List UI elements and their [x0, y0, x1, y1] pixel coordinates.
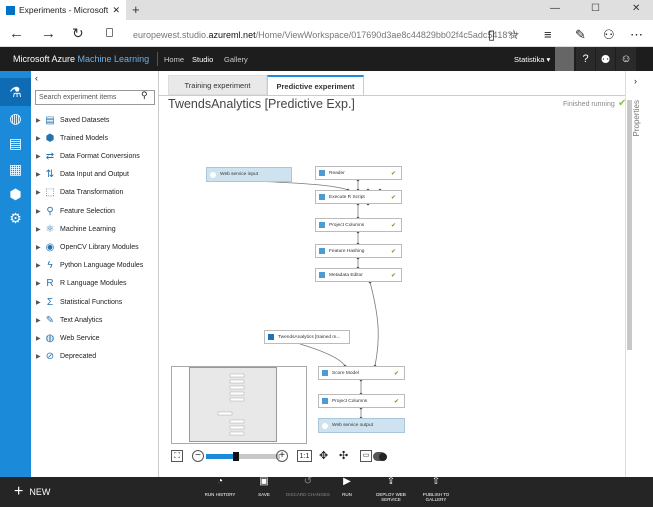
feature-hashing-icon: [319, 248, 325, 254]
module-project-columns-output[interactable]: Project Columns ✔: [318, 394, 405, 408]
metadata-editor-icon: [319, 272, 325, 278]
command-run-history[interactable]: ◔ RUN HISTORY: [196, 476, 244, 498]
project-columns-icon: [319, 222, 325, 228]
web-service-output-icon: [322, 422, 328, 429]
minimap-toggle-icon[interactable]: ▭: [360, 450, 372, 462]
module-project-columns[interactable]: Project Columns ✔: [315, 218, 402, 232]
command-label: DEPLOY WEB SERVICE: [376, 492, 406, 502]
module-label: Project Columns: [329, 222, 365, 228]
minimap-viewport[interactable]: [189, 367, 277, 442]
module-web-service-input[interactable]: Web service input: [206, 167, 292, 182]
minimap-toggle-switch[interactable]: [373, 452, 387, 461]
save-icon: ▣: [259, 476, 269, 487]
pan-icon[interactable]: ✣: [339, 449, 348, 462]
new-label: NEW: [29, 487, 51, 497]
module-label: Project Columns: [332, 398, 368, 404]
plus-icon: +: [14, 483, 24, 500]
zoom-in-icon[interactable]: +: [276, 450, 288, 462]
module-metadata-editor[interactable]: Metadata Editor ✔: [315, 268, 402, 282]
toggle-knob: [379, 452, 387, 461]
module-execute-r-script[interactable]: Execute R Script ✔: [315, 190, 402, 204]
module-reader[interactable]: Reader ✔: [315, 166, 402, 180]
command-run[interactable]: ▶ RUN: [323, 476, 371, 498]
properties-label[interactable]: Properties: [632, 100, 641, 136]
module-trained-model[interactable]: TwendsAnalytics [trained m...: [264, 330, 350, 344]
score-model-icon: [322, 370, 328, 376]
deploy-icon: ⇪: [386, 476, 396, 487]
command-publish-to-gallery[interactable]: ⇧ PUBLISH TO GALLERY: [412, 476, 460, 503]
module-score-model[interactable]: Score Model ✔: [318, 366, 405, 380]
module-check-icon: ✔: [390, 194, 396, 201]
module-check-icon: ✔: [390, 248, 396, 255]
module-label: Web service input: [220, 172, 259, 177]
command-label: RUN HISTORY: [204, 492, 236, 497]
zoom-slider-thumb[interactable]: [232, 452, 239, 461]
canvas-scrollbar[interactable]: [627, 100, 632, 350]
r-script-icon: [319, 194, 325, 200]
command-label: PUBLISH TO GALLERY: [422, 492, 450, 502]
project-columns-icon: [322, 398, 328, 404]
module-check-icon: ✔: [390, 170, 396, 177]
clock-icon: ◔: [216, 476, 224, 487]
command-label: RUN: [342, 492, 352, 497]
module-label: Score Model: [332, 370, 359, 376]
command-deploy-web-service[interactable]: ⇪ DEPLOY WEB SERVICE: [367, 476, 415, 503]
zoom-out-icon[interactable]: −: [192, 450, 204, 462]
module-label: Web service output: [332, 423, 373, 428]
trained-model-cube-icon: [268, 334, 274, 340]
module-check-icon: ✔: [393, 370, 399, 377]
command-save[interactable]: ▣ SAVE: [240, 476, 288, 498]
command-label: SAVE: [258, 492, 270, 497]
module-web-service-output[interactable]: Web service output: [318, 418, 405, 433]
minimap-modules: [217, 373, 245, 436]
module-label: Feature Hashing: [329, 248, 365, 254]
web-service-input-icon: [210, 171, 216, 178]
zoom-slider-fill: [206, 454, 236, 459]
fit-screen-icon[interactable]: ⛶: [171, 450, 183, 462]
module-check-icon: ✔: [393, 398, 399, 405]
new-button[interactable]: + NEW: [14, 483, 50, 501]
center-icon[interactable]: ✥: [319, 449, 328, 462]
play-icon: ▶: [343, 476, 351, 487]
module-label: TwendsAnalytics [trained m...: [278, 334, 341, 340]
actual-size-button[interactable]: 1:1: [297, 450, 312, 462]
reader-icon: [319, 170, 325, 176]
discard-icon: ↺: [303, 476, 313, 487]
module-check-icon: ✔: [390, 222, 396, 229]
module-feature-hashing[interactable]: Feature Hashing ✔: [315, 244, 402, 258]
module-label: Reader: [329, 170, 345, 176]
module-label: Execute R Script: [329, 194, 365, 200]
module-check-icon: ✔: [390, 272, 396, 279]
publish-icon: ⇧: [431, 476, 441, 487]
zoom-toolbar: ⛶ − + 1:1 ✥ ✣ ▭: [168, 448, 458, 466]
expand-properties-icon[interactable]: ›: [634, 76, 637, 86]
module-label: Metadata Editor: [329, 272, 363, 278]
